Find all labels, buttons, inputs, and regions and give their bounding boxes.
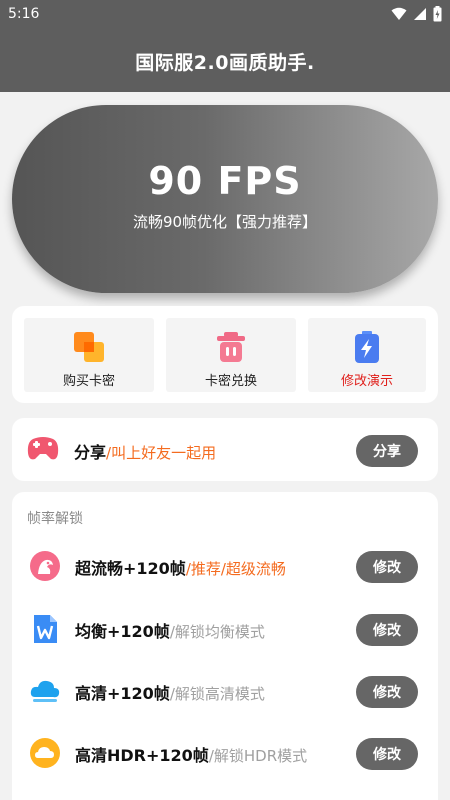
modify-demo-tile[interactable]: 修改演示 — [308, 318, 426, 392]
orange-cloud-icon — [30, 738, 60, 768]
battery-icon — [433, 6, 442, 22]
pink-bird-icon — [30, 551, 60, 581]
hero-subtitle: 流畅90帧优化【强力推荐】 — [132, 212, 318, 231]
signal-icon — [414, 8, 426, 20]
blue-w-doc-icon — [34, 615, 57, 643]
frame-rate-unlock-card: 帧率解锁 超流畅+120帧/推荐/超级流畅 修改 均衡+120帧/解锁均衡模式 … — [12, 492, 438, 800]
quick-actions-card: 购买卡密 卡密兑换 修改演示 — [12, 306, 438, 403]
unlock-item-1-subtitle: /推荐/超级流畅 — [185, 560, 286, 578]
orange-squares-icon — [74, 332, 104, 362]
share-card: 分享/叫上好友一起用 分享 — [12, 418, 438, 481]
app-title: 国际服2.0画质助手. — [135, 52, 315, 74]
share-button[interactable]: 分享 — [356, 435, 418, 467]
blue-cloud-icon — [30, 680, 60, 702]
section-title: 帧率解锁 — [27, 511, 83, 527]
buy-card-key-tile[interactable]: 购买卡密 — [24, 318, 154, 392]
unlock-item-3-modify-button[interactable]: 修改 — [356, 676, 418, 708]
unlock-item-3-subtitle: /解锁高清模式 — [169, 685, 265, 703]
fps-hero-button[interactable]: 90 FPS 流畅90帧优化【强力推荐】 — [12, 105, 438, 293]
unlock-item-2-subtitle: /解锁均衡模式 — [169, 623, 265, 641]
unlock-item-2-title: 均衡+120帧 — [75, 622, 170, 641]
share-subtitle: /叫上好友一起用 — [106, 444, 217, 462]
pink-gamepad-icon — [27, 437, 59, 460]
hero-fps-value: 90 FPS — [148, 158, 302, 203]
unlock-item-4-modify-button[interactable]: 修改 — [356, 738, 418, 770]
unlock-item-2-text: 均衡+120帧/解锁均衡模式 — [75, 618, 265, 642]
unlock-item-1-text: 超流畅+120帧/推荐/超级流畅 — [75, 555, 286, 579]
unlock-item-3-title: 高清+120帧 — [75, 684, 170, 703]
blue-battery-icon — [355, 331, 379, 363]
buy-card-key-label: 购买卡密 — [62, 374, 115, 389]
modify-demo-label: 修改演示 — [340, 374, 393, 389]
status-icons — [391, 6, 442, 22]
redeem-card-key-tile[interactable]: 卡密兑换 — [166, 318, 296, 392]
unlock-item-2-modify-button[interactable]: 修改 — [356, 614, 418, 646]
unlock-item-4-title: 高清HDR+120帧 — [75, 746, 209, 765]
unlock-item-3-text: 高清+120帧/解锁高清模式 — [75, 680, 265, 704]
unlock-item-1-modify-button[interactable]: 修改 — [356, 551, 418, 583]
pink-trash-icon — [217, 332, 245, 362]
unlock-item-4-subtitle: /解锁HDR模式 — [208, 747, 308, 765]
redeem-card-key-label: 卡密兑换 — [204, 374, 257, 389]
share-title: 分享 — [74, 443, 107, 462]
unlock-item-4-text: 高清HDR+120帧/解锁HDR模式 — [75, 742, 307, 766]
status-time: 5:16 — [8, 6, 40, 22]
wifi-icon — [391, 7, 407, 20]
app-header: 5:16 国际服2.0画质助手. — [0, 0, 450, 92]
unlock-item-1-title: 超流畅+120帧 — [75, 559, 186, 578]
share-text: 分享/叫上好友一起用 — [74, 439, 216, 463]
